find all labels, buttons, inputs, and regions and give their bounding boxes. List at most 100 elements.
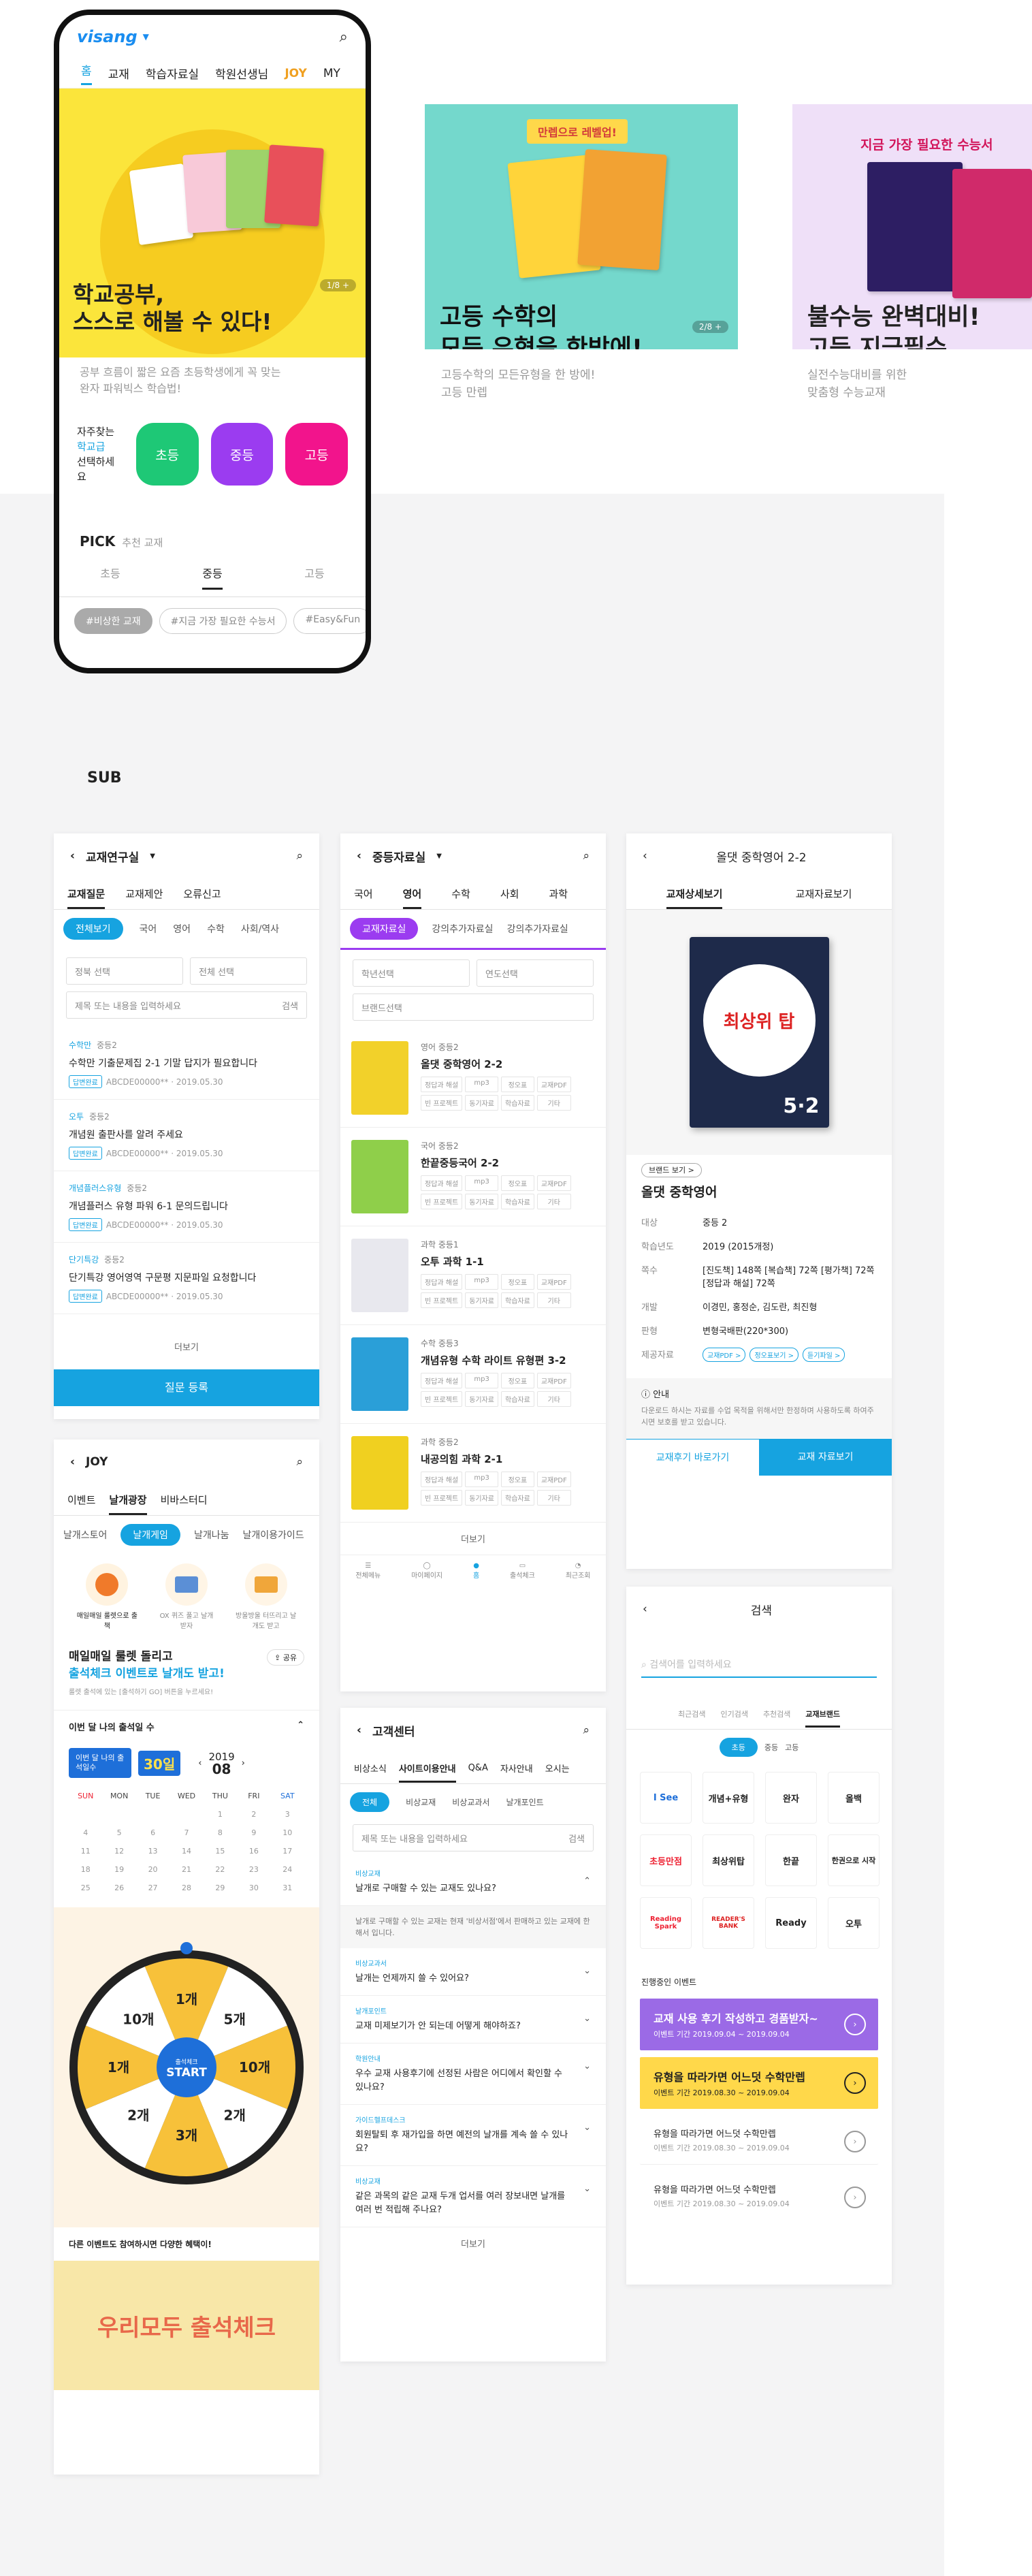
back-icon[interactable]: ‹: [357, 1723, 361, 1737]
tab[interactable]: 비바스터디: [161, 1493, 208, 1507]
faq-item[interactable]: 비상교과서 날개는 언제까지 쓸 수 있어요? ⌄: [340, 1948, 606, 1996]
prev-month-icon[interactable]: ‹: [198, 1758, 201, 1768]
chevron-down-icon[interactable]: ▼: [150, 853, 155, 860]
brand-tile[interactable]: 한끝: [765, 1834, 817, 1886]
back-icon[interactable]: ‹: [643, 1602, 647, 1616]
tag-chip[interactable]: #비상한 교재: [74, 608, 152, 634]
chip[interactable]: 비상교과서: [452, 1796, 489, 1808]
question-register-button[interactable]: 질문 등록: [54, 1369, 319, 1406]
calendar-day[interactable]: 23: [237, 1865, 270, 1874]
calendar-day[interactable]: 1: [204, 1810, 237, 1819]
brand-select[interactable]: 브랜드선택: [353, 993, 594, 1021]
hero-pager[interactable]: 1/8 +: [319, 279, 356, 291]
tab[interactable]: 오시는: [545, 1762, 570, 1775]
back-icon[interactable]: ‹: [70, 1455, 75, 1469]
brand-tile[interactable]: Reading Spark: [640, 1897, 692, 1949]
calendar-day[interactable]: 30: [237, 1883, 270, 1892]
tag-chip[interactable]: #Easy&Fun: [293, 608, 366, 634]
filter-select[interactable]: 정북 선택: [66, 957, 183, 985]
attendance-banner[interactable]: 우리모두 출석체크: [54, 2261, 319, 2390]
brand-tile[interactable]: 최상위탑: [703, 1834, 754, 1886]
chip[interactable]: 날개이용가이드: [242, 1528, 304, 1542]
calendar-day[interactable]: 7: [170, 1828, 203, 1837]
chip[interactable]: 비상교재: [406, 1796, 436, 1808]
list-item[interactable]: 개념플러스유형 중등2 개념플러스 유형 파워 6-1 문의드립니다 답변완료 ABCD…: [54, 1171, 319, 1243]
errata-link[interactable]: 정오표보기 >: [749, 1348, 799, 1362]
chip[interactable]: 전체보기: [63, 918, 123, 940]
filter-select[interactable]: 전체 선택: [190, 957, 307, 985]
search-button[interactable]: 검색: [282, 999, 298, 1012]
search-icon[interactable]: ⌕: [583, 1723, 590, 1737]
pdf-link[interactable]: 교재PDF >: [703, 1348, 746, 1362]
calendar-day[interactable]: 31: [271, 1883, 304, 1892]
audio-link[interactable]: 듣기파일 >: [803, 1348, 845, 1362]
pick-tab[interactable]: 중등: [202, 565, 223, 590]
nav-textbook[interactable]: 교재: [108, 65, 129, 82]
nav-resources[interactable]: 학습자료실: [146, 65, 199, 82]
brand-tile[interactable]: 완자: [765, 1772, 817, 1824]
faq-item[interactable]: 비상교재 날개로 구매할 수 있는 교재도 있나요? ⌃: [340, 1858, 606, 1906]
brand-tile[interactable]: READER'S BANK: [703, 1897, 754, 1949]
tab[interactable]: 날개광장: [109, 1484, 147, 1515]
list-item[interactable]: 과학 중등1 오투 과학 1-1 정답과 해설 mp3 정오표 교재PDF 빈 프로젝트 동기…: [340, 1226, 606, 1325]
more-button[interactable]: 더보기: [340, 2227, 606, 2259]
tab[interactable]: 교재브랜드: [805, 1700, 841, 1728]
nav-home[interactable]: ● 홈: [473, 1562, 479, 1580]
event-item[interactable]: 유형을 따라가면 어느덧 수학만렙 이벤트 기간 2019.08.30 ~ 201…: [640, 2057, 878, 2109]
calendar-day[interactable]: 3: [271, 1810, 304, 1819]
list-item[interactable]: 과학 중등2 내공의힘 과학 2-1 정답과 해설 mp3 정오표 교재PDF 빈 프로젝트…: [340, 1424, 606, 1523]
calendar-day[interactable]: 14: [170, 1847, 203, 1856]
calendar-day[interactable]: 29: [204, 1883, 237, 1892]
event-item[interactable]: 유형을 따라가면 어느덧 수학만렙 이벤트 기간 2019.08.30 ~ 201…: [640, 2172, 878, 2220]
brand-button[interactable]: 브랜드 보기 >: [641, 1163, 702, 1177]
chevron-down-icon[interactable]: ▼: [436, 853, 442, 860]
chip[interactable]: 날개스토어: [63, 1528, 107, 1542]
pick-tab[interactable]: 고등: [304, 565, 324, 590]
nav-my[interactable]: MY: [323, 67, 340, 80]
attendance-header[interactable]: 이번 달 나의 출석일 수 ⌃: [54, 1710, 319, 1743]
chevron-down-icon[interactable]: ▼: [143, 32, 149, 42]
tab[interactable]: 영어: [402, 878, 422, 909]
chip[interactable]: 고등: [785, 1742, 799, 1753]
search-icon[interactable]: ⌕: [340, 29, 348, 46]
grade-middle-button[interactable]: 중등: [210, 423, 274, 486]
nav-joy[interactable]: JOY: [285, 67, 306, 80]
calendar-day[interactable]: 21: [170, 1865, 203, 1874]
calendar-day[interactable]: [102, 1810, 135, 1819]
tab[interactable]: 비상소식: [354, 1762, 387, 1775]
faq-item[interactable]: 비상교재 같은 과목의 같은 교재 두개 업서를 여러 장보내면 날개를 여러 번…: [340, 2166, 606, 2227]
chip[interactable]: 초등: [719, 1738, 758, 1757]
tab[interactable]: Q&A: [468, 1763, 488, 1773]
grade-elementary-button[interactable]: 초등: [135, 423, 199, 486]
tab[interactable]: 인기검색: [720, 1708, 747, 1719]
list-item[interactable]: 국어 중등2 한끝중등국어 2-2 정답과 해설 mp3 정오표 교재PDF 빈 프로젝트 동…: [340, 1128, 606, 1226]
tab[interactable]: 사회: [500, 887, 519, 901]
calendar-day[interactable]: 24: [271, 1865, 304, 1874]
more-button[interactable]: 더보기: [340, 1523, 606, 1555]
search-input[interactable]: 제목 또는 내용을 입력하세요 검색: [66, 991, 307, 1019]
slide-pager[interactable]: 2/8 +: [692, 321, 728, 333]
calendar-day[interactable]: 11: [69, 1847, 102, 1856]
faq-item[interactable]: 가이드헬프데스크 회원탈퇴 후 재가입을 하면 예전의 날개를 계속 쓸 수 있나…: [340, 2105, 606, 2166]
faq-item[interactable]: 날개포인트 교재 미제보기가 안 되는데 어떻게 해야하죠? ⌄: [340, 1996, 606, 2044]
tab-resources[interactable]: 교재자료보기: [796, 887, 852, 901]
tag-chip[interactable]: #지금 가장 필요한 수능서: [159, 608, 287, 634]
chip[interactable]: 교재자료실: [350, 918, 419, 940]
calendar-day[interactable]: [69, 1810, 102, 1819]
calendar-day[interactable]: 26: [102, 1883, 135, 1892]
grade-high-button[interactable]: 고등: [285, 423, 349, 486]
calendar-day[interactable]: 20: [136, 1865, 170, 1874]
game-ox-quiz[interactable]: OX 퀴즈 풀고 날개 받자: [156, 1563, 217, 1630]
search-input[interactable]: ⌕ 검색어를 입력하세요: [641, 1652, 877, 1678]
chip[interactable]: 중등: [764, 1742, 778, 1753]
faq-item[interactable]: 학원안내 우수 교재 사용후기에 선정된 사람은 어디에서 확인할 수 있나요? ⌄: [340, 2044, 606, 2105]
chip[interactable]: 날개게임: [120, 1524, 180, 1546]
tab-suggest[interactable]: 교재제안: [125, 887, 163, 901]
search-button[interactable]: 검색: [568, 1832, 585, 1845]
calendar-day[interactable]: 17: [271, 1847, 304, 1856]
search-icon[interactable]: ⌕: [583, 849, 590, 863]
calendar-day[interactable]: 4: [69, 1828, 102, 1837]
calendar-day[interactable]: 10: [271, 1828, 304, 1837]
event-item[interactable]: 교재 사용 후기 작성하고 경품받자~ 이벤트 기간 2019.09.04 ~ 2…: [640, 1999, 878, 2050]
tab[interactable]: 국어: [354, 887, 373, 901]
